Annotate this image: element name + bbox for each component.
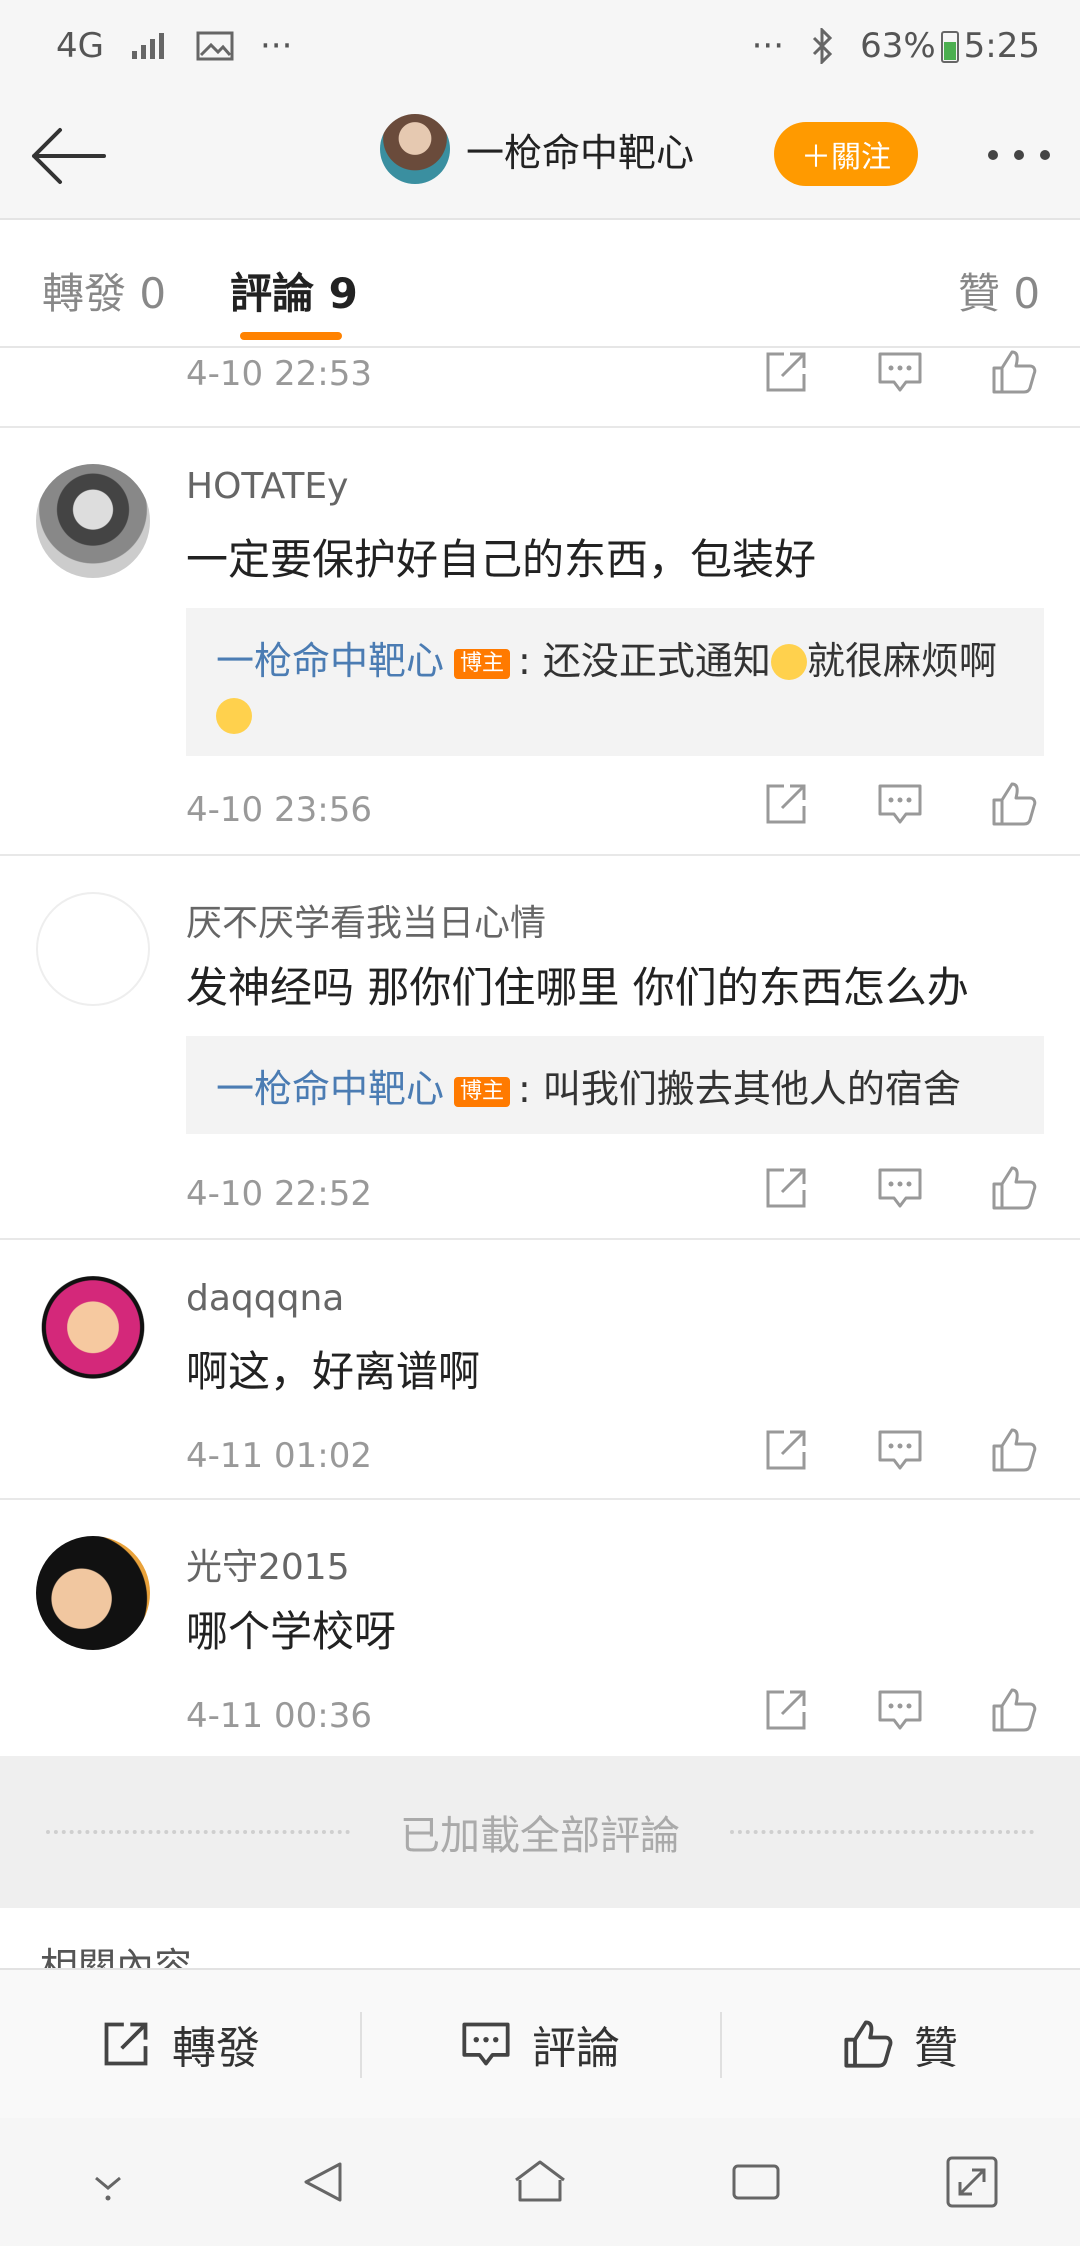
- comment-time: 4-10 22:52: [186, 1174, 372, 1214]
- like-icon[interactable]: [990, 1164, 1038, 1212]
- comment-item: daqqqna 啊这，好离谱啊 4-11 01:02: [0, 1240, 1080, 1500]
- tab-bar: 轉發 0 評論 9 贊 0: [0, 220, 1080, 348]
- more-options-icon[interactable]: [988, 150, 1050, 160]
- follow-button[interactable]: ＋關注: [774, 122, 918, 186]
- signal-icon: [131, 33, 164, 59]
- comment-item: 4-10 22:53: [0, 348, 1080, 428]
- image-notification-icon: [196, 31, 234, 61]
- like-icon[interactable]: [990, 348, 1038, 396]
- reply-icon[interactable]: [876, 780, 924, 828]
- battery-icon: [940, 31, 959, 63]
- author-reply[interactable]: 一枪命中靶心 博主: 还没正式通知 就很麻烦啊: [186, 608, 1044, 756]
- commenter-avatar[interactable]: [36, 1276, 150, 1390]
- like-icon[interactable]: [990, 1426, 1038, 1474]
- reply-author-name[interactable]: 一枪命中靶心: [216, 639, 444, 683]
- comment-time: 4-11 01:02: [186, 1436, 372, 1476]
- related-content-header[interactable]: 相關內容: [0, 1908, 1080, 1968]
- blogger-badge: 博主: [454, 649, 511, 679]
- comment-text: 哪个学校呀: [186, 1607, 397, 1656]
- comment-text: 发神经吗 那你们住哪里 你们的东西怎么办: [186, 963, 969, 1012]
- commenter-avatar[interactable]: [36, 464, 150, 578]
- reply-icon[interactable]: [876, 1686, 924, 1734]
- related-content-label: 相關內容: [40, 1945, 193, 1968]
- reply-icon[interactable]: [876, 348, 924, 396]
- comment-text: 啊这，好离谱啊: [186, 1347, 481, 1396]
- like-icon[interactable]: [990, 780, 1038, 828]
- bluetooth-icon: [813, 28, 833, 64]
- comment-time: 4-10 22:53: [186, 354, 372, 394]
- hide-keyboard-icon[interactable]: [78, 2152, 138, 2212]
- comment-time: 4-10 23:56: [186, 790, 372, 830]
- reply-text: : 叫我们搬去其他人的宿舍: [518, 1067, 961, 1111]
- commenter-name[interactable]: HOTATEy: [186, 466, 348, 507]
- battery-percent: 63%: [860, 26, 936, 66]
- share-icon[interactable]: [762, 348, 810, 396]
- more-status: ···: [751, 26, 785, 66]
- network-indicator: 4G: [56, 26, 104, 66]
- repost-icon: [104, 2022, 148, 2066]
- blogger-badge: 博主: [454, 1077, 511, 1107]
- repost-button[interactable]: 轉發: [0, 1970, 360, 2118]
- tab-likes[interactable]: 贊 0: [958, 260, 1040, 321]
- divider: [730, 1830, 1034, 1834]
- nav-back-icon[interactable]: [294, 2152, 354, 2212]
- commenter-avatar[interactable]: [36, 1536, 150, 1650]
- like-icon[interactable]: [990, 1686, 1038, 1734]
- share-icon[interactable]: [762, 1426, 810, 1474]
- reply-text: : 还没正式通知: [518, 639, 771, 683]
- all-comments-loaded: 已加載全部評論: [0, 1756, 1080, 1908]
- author-reply[interactable]: 一枪命中靶心 博主: 叫我们搬去其他人的宿舍: [186, 1036, 1044, 1134]
- commenter-name[interactable]: daqqqna: [186, 1278, 344, 1319]
- reply-author-name[interactable]: 一枪命中靶心: [216, 1067, 444, 1111]
- nav-recents-icon[interactable]: [726, 2152, 786, 2212]
- share-icon[interactable]: [762, 1164, 810, 1212]
- bottom-action-bar: 轉發 評論 贊: [0, 1968, 1080, 2118]
- comment-time: 4-11 00:36: [186, 1696, 372, 1736]
- more-notifications: ···: [259, 26, 293, 66]
- reply-icon[interactable]: [876, 1426, 924, 1474]
- back-arrow-icon[interactable]: [28, 124, 108, 188]
- post-author[interactable]: 一枪命中靶心: [380, 114, 694, 184]
- share-icon[interactable]: [762, 780, 810, 828]
- commenter-name[interactable]: 光守2015: [186, 1538, 350, 1590]
- comment-item: 厌不厌学看我当日心情 发神经吗 那你们住哪里 你们的东西怎么办 一枪命中靶心 博主…: [0, 856, 1080, 1240]
- tab-comments[interactable]: 評論 9: [230, 260, 358, 321]
- author-name[interactable]: 一枪命中靶心: [466, 122, 694, 177]
- thumbs-up-icon: [844, 2020, 893, 2068]
- commenter-avatar[interactable]: [36, 892, 150, 1006]
- top-bar: 一枪命中靶心 ＋關注: [0, 92, 1080, 220]
- comment-button[interactable]: 評論: [360, 1970, 720, 2118]
- expand-icon[interactable]: [942, 2152, 1002, 2212]
- reply-icon[interactable]: [876, 1164, 924, 1212]
- like-button[interactable]: 贊: [720, 1970, 1080, 2118]
- system-nav-bar: [0, 2118, 1080, 2246]
- awkward-emoji-icon: [770, 644, 807, 680]
- reply-text-continued: 就很麻烦啊: [806, 639, 997, 683]
- comment-list: 4-10 22:53 HOTATEy 一定要保护好自己的东西，包装好 一枪命中靶…: [0, 348, 1080, 1760]
- status-bar: 4G ··· ··· 63% 5:25: [0, 0, 1080, 92]
- clock: 5:25: [963, 26, 1040, 66]
- active-tab-indicator: [240, 332, 342, 340]
- tab-repost[interactable]: 轉發 0: [42, 260, 166, 321]
- loaded-label: 已加載全部評論: [400, 1813, 680, 1859]
- divider: [46, 1830, 350, 1834]
- comment-text: 一定要保护好自己的东西，包装好: [186, 535, 817, 584]
- commenter-name[interactable]: 厌不厌学看我当日心情: [186, 894, 546, 946]
- share-icon[interactable]: [762, 1686, 810, 1734]
- comment-item: 光守2015 哪个学校呀 4-11 00:36: [0, 1500, 1080, 1760]
- comment-icon: [462, 2022, 510, 2066]
- nav-home-icon[interactable]: [510, 2152, 570, 2212]
- comment-item: HOTATEy 一定要保护好自己的东西，包装好 一枪命中靶心 博主: 还没正式通知…: [0, 428, 1080, 856]
- author-avatar[interactable]: [380, 114, 450, 184]
- crying-emoji-icon: [216, 698, 252, 734]
